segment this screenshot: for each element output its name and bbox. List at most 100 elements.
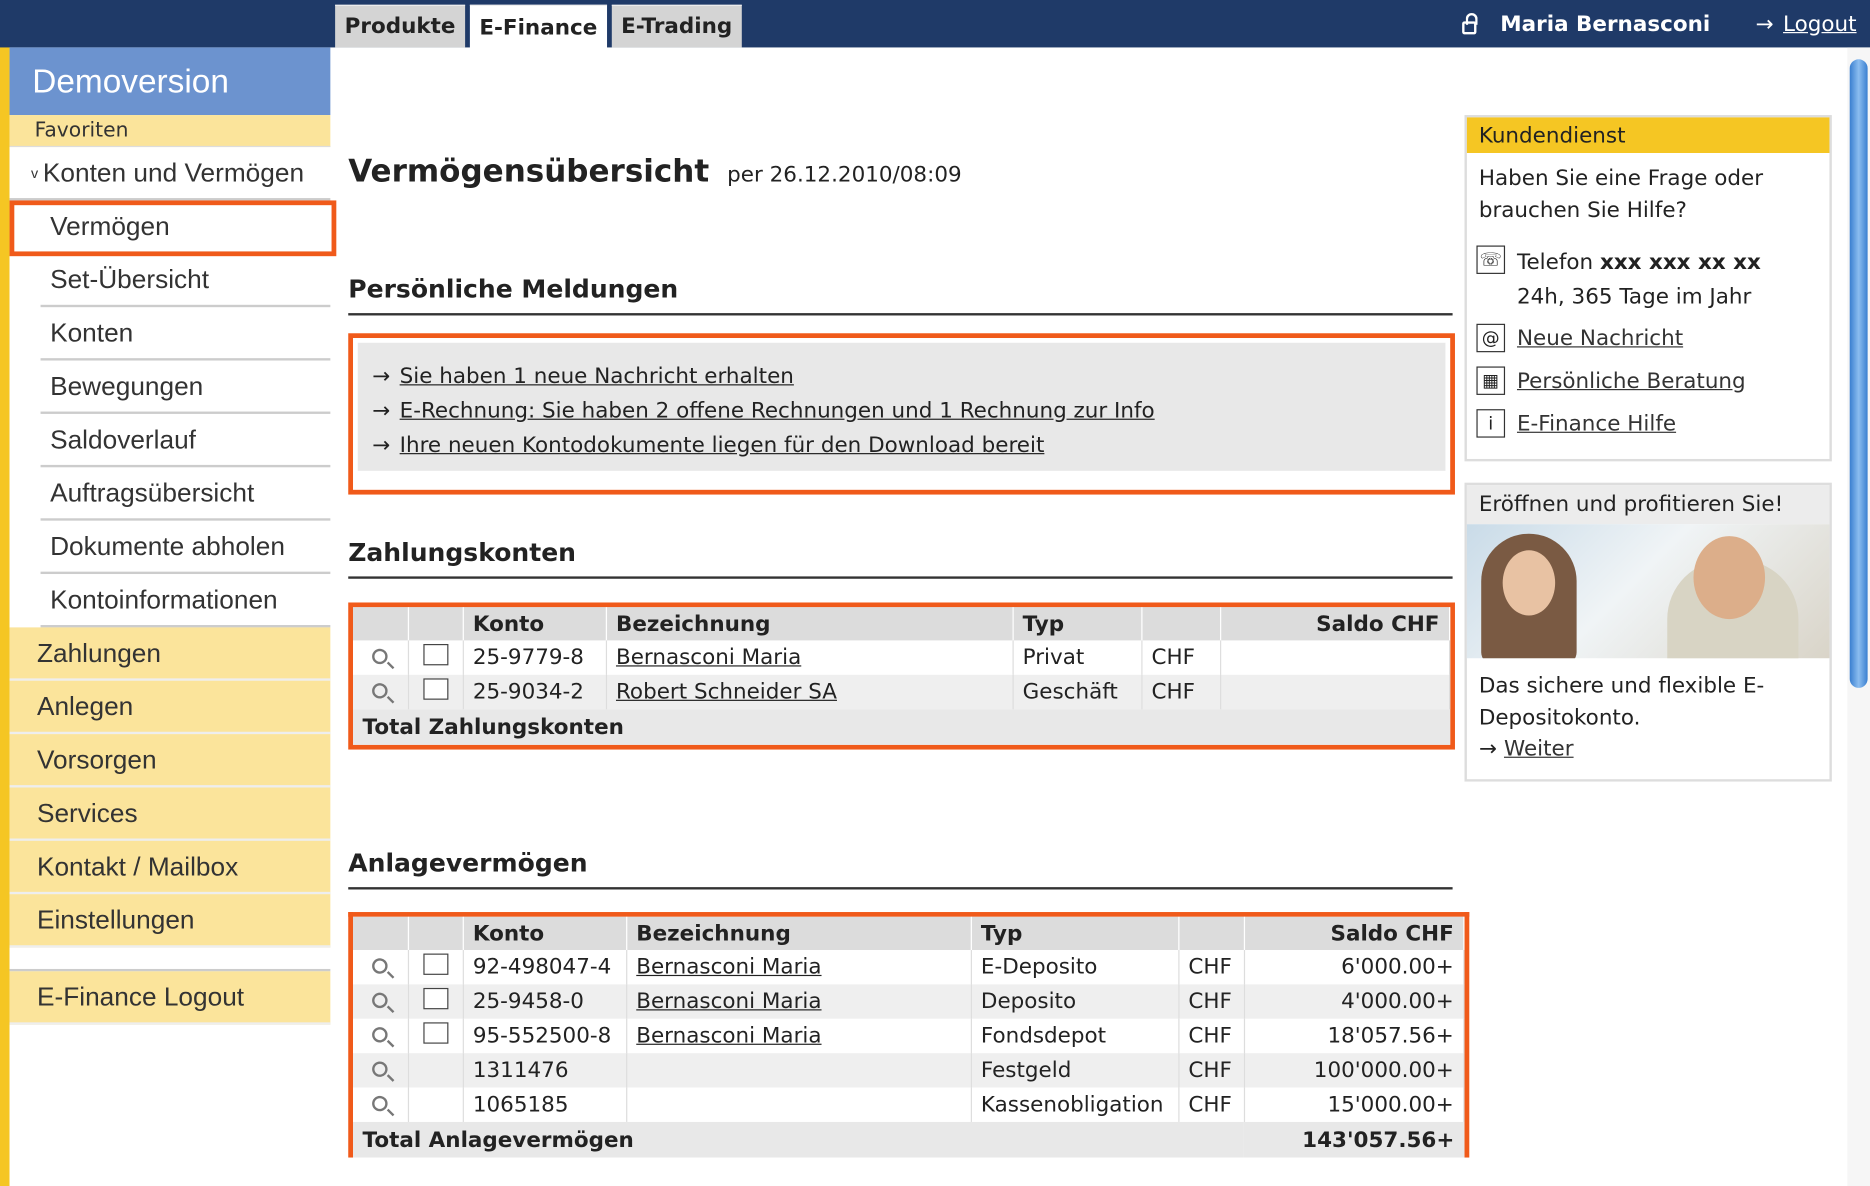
bezeichnung-cell: Bernasconi Maria <box>626 984 972 1019</box>
trade-cell[interactable] <box>407 949 464 985</box>
message-link[interactable]: Ihre neuen Kontodokumente liegen für den… <box>400 433 1045 458</box>
phone-hours: 24h, 365 Tage im Jahr <box>1516 284 1752 310</box>
saldo-cell: 4'000.00+ <box>1243 984 1465 1019</box>
top-navigation-bar: Produkte E-Finance E-Trading Maria Berna… <box>0 0 1870 49</box>
trade-cell[interactable] <box>407 1018 464 1054</box>
magnifier-icon[interactable] <box>372 648 388 665</box>
promo-text: Das sichere und flexible E-Depositokonto… <box>1478 673 1765 731</box>
account-link[interactable]: Bernasconi Maria <box>636 955 821 980</box>
phone-icon: ☏ <box>1476 245 1506 274</box>
customer-service-text: Haben Sie eine Frage oder brauchen Sie H… <box>1478 166 1764 223</box>
details-cell[interactable] <box>353 674 409 710</box>
column-header <box>353 916 409 950</box>
message-link[interactable]: Sie haben 1 neue Nachricht erhalten <box>400 364 794 389</box>
details-cell[interactable] <box>353 1087 409 1122</box>
promo-link[interactable]: Weiter <box>1504 737 1574 762</box>
sidebar-item-kontoinformationen[interactable]: Kontoinformationen <box>40 574 331 628</box>
trade-icon[interactable] <box>422 987 448 1010</box>
sidebar-item-zahlungen[interactable]: Zahlungen <box>9 627 331 681</box>
tab-produkte[interactable]: Produkte <box>335 4 466 48</box>
tab-e-trading[interactable]: E-Trading <box>611 4 742 48</box>
sidebar-item-einstellungen[interactable]: Einstellungen <box>9 894 331 948</box>
saldo-cell: 15'000.00+ <box>1243 1087 1465 1122</box>
arrow-right-icon: → <box>1755 11 1774 37</box>
total-row: Total Zahlungskonten <box>353 709 1450 745</box>
table-row: 25-9458-0 Bernasconi Maria Deposito CHF … <box>353 984 1465 1019</box>
help-link[interactable]: E-Finance Hilfe <box>1517 411 1676 436</box>
details-cell[interactable] <box>353 984 409 1019</box>
account-link[interactable]: Bernasconi Maria <box>636 1024 821 1049</box>
column-header: Konto <box>462 916 627 950</box>
magnifier-icon[interactable] <box>372 683 388 699</box>
details-cell[interactable] <box>353 1053 409 1088</box>
account-link[interactable]: Robert Schneider SA <box>616 680 837 705</box>
trade-cell[interactable] <box>407 984 464 1019</box>
sidebar-item-konten[interactable]: Konten <box>40 307 331 361</box>
details-cell[interactable] <box>353 949 409 985</box>
sidebar-divider <box>9 948 331 972</box>
sidebar-item-anlegen[interactable]: Anlegen <box>9 680 331 735</box>
column-header: Bezeichnung <box>605 607 1014 641</box>
sidebar-section-konten-und-vermoegen[interactable]: v Konten und Vermögen <box>9 147 331 201</box>
scrollbar-thumb[interactable] <box>1849 59 1868 688</box>
magnifier-icon[interactable] <box>372 1027 388 1043</box>
table-row: 25-9779-8 Bernasconi Maria Privat CHF <box>353 640 1451 675</box>
currency-cell: CHF <box>1178 1018 1245 1054</box>
payments-table-box: Konto Bezeichnung Typ Saldo CHF 25-9779-… <box>348 602 1455 750</box>
assets-table: Konto Bezeichnung Typ Saldo CHF 92-49804… <box>353 916 1465 1158</box>
sidebar-section-label: Konten und Vermögen <box>42 157 305 187</box>
table-row: 92-498047-4 Bernasconi Maria E-Deposito … <box>353 949 1465 985</box>
arrow-right-icon: → <box>372 398 391 424</box>
info-icon: i <box>1476 409 1506 438</box>
saldo-cell: 100'000.00+ <box>1243 1053 1465 1088</box>
sidebar-item-label: Set-Übersicht <box>50 263 210 294</box>
saldo-cell <box>1220 674 1451 710</box>
calendar-icon: ▦ <box>1476 366 1506 395</box>
sidebar-item-services[interactable]: Services <box>9 787 331 841</box>
magnifier-icon[interactable] <box>372 1061 388 1077</box>
magnifier-icon[interactable] <box>372 958 388 974</box>
sidebar-title: Demoversion <box>9 47 331 116</box>
typ-cell: E-Deposito <box>970 949 1179 985</box>
service-link-row: ▦ Persönliche Beratung <box>1467 362 1830 400</box>
account-link[interactable]: Bernasconi Maria <box>636 989 821 1014</box>
total-value <box>1220 709 1450 745</box>
message-item: → E-Rechnung: Sie haben 2 offene Rechnung… <box>372 394 1445 428</box>
new-message-link[interactable]: Neue Nachricht <box>1517 326 1683 351</box>
empty-cell <box>407 1087 464 1122</box>
konto-cell: 25-9779-8 <box>462 640 607 675</box>
account-link[interactable]: Bernasconi Maria <box>616 645 801 670</box>
sidebar-favorites[interactable]: Favoriten <box>9 115 331 148</box>
column-header <box>1178 916 1245 950</box>
trade-icon[interactable] <box>422 953 448 975</box>
trade-icon[interactable] <box>422 1022 448 1044</box>
card-cell[interactable] <box>407 674 464 710</box>
account-card-icon[interactable] <box>422 678 448 700</box>
customer-service-box: Kundendienst Haben Sie eine Frage oder b… <box>1464 115 1832 462</box>
sidebar-item-dokumente-abholen[interactable]: Dokumente abholen <box>40 521 331 575</box>
message-link[interactable]: E-Rechnung: Sie haben 2 offene Rechnunge… <box>400 398 1155 423</box>
details-cell[interactable] <box>353 640 409 675</box>
typ-cell: Kassenobligation <box>970 1087 1179 1122</box>
personal-advice-link[interactable]: Persönliche Beratung <box>1517 368 1746 393</box>
card-cell[interactable] <box>407 640 464 675</box>
details-cell[interactable] <box>353 1018 409 1054</box>
magnifier-icon[interactable] <box>372 1095 388 1112</box>
sidebar-item-label: Auftragsübersicht <box>50 477 255 508</box>
sidebar-item-vorsorgen[interactable]: Vorsorgen <box>9 734 331 788</box>
sidebar-item-set-uebersicht[interactable]: Set-Übersicht <box>40 254 331 308</box>
sidebar-logout-button[interactable]: E-Finance Logout <box>9 971 331 1025</box>
column-header <box>353 607 409 641</box>
logout-link[interactable]: Logout <box>1783 11 1857 36</box>
sidebar-item-saldoverlauf[interactable]: Saldoverlauf <box>40 414 331 468</box>
vertical-scrollbar[interactable] <box>1847 47 1870 1186</box>
magnifier-icon[interactable] <box>372 992 388 1009</box>
sidebar-item-bewegungen[interactable]: Bewegungen <box>40 361 331 414</box>
tab-e-finance[interactable]: E-Finance <box>469 4 607 49</box>
sidebar-item-auftragsuebersicht[interactable]: Auftragsübersicht <box>40 467 331 521</box>
account-card-icon[interactable] <box>422 643 448 666</box>
sidebar-item-kontakt-mailbox[interactable]: Kontakt / Mailbox <box>9 840 331 895</box>
arrow-right-icon: → <box>372 364 391 390</box>
promo-title: Eröffnen und profitieren Sie! <box>1466 485 1830 525</box>
phone-info: ☏ Telefon xxx xxx xx xx 24h, 365 Tage im… <box>1467 245 1830 315</box>
